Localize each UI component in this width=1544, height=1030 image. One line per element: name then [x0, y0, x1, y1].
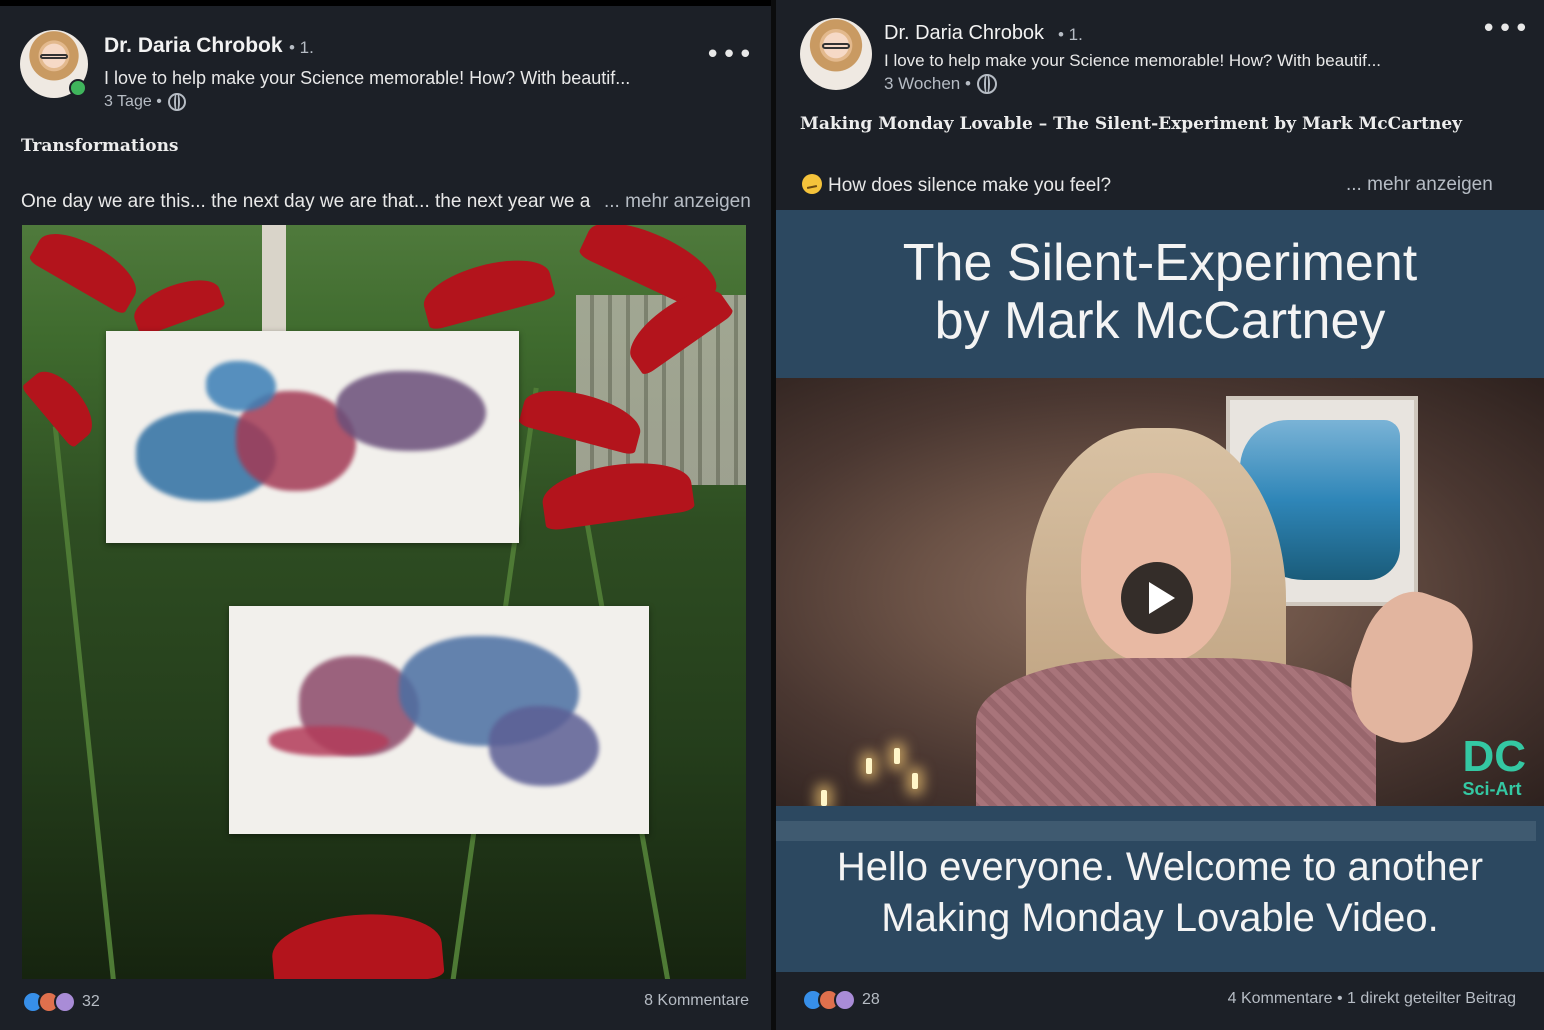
- online-status-indicator: [69, 79, 87, 97]
- reactions-summary[interactable]: 32: [22, 991, 100, 1013]
- video-player[interactable]: The Silent-Experiment by Mark McCartney …: [776, 210, 1544, 972]
- author-headline: I love to help make your Science memorab…: [884, 51, 1382, 70]
- author-avatar[interactable]: [800, 18, 872, 90]
- candle: [821, 790, 827, 806]
- red-flower: [22, 361, 104, 449]
- candle: [894, 748, 900, 764]
- video-title-line-2: by Mark McCartney: [934, 292, 1386, 350]
- post-title: Making Monday Lovable – The Silent-Exper…: [800, 114, 1463, 134]
- video-frame: DC Sci-Art: [776, 378, 1544, 806]
- post-time: 3 Wochen •: [884, 74, 971, 93]
- globe-icon: [976, 74, 997, 94]
- more-options-icon[interactable]: •••: [705, 42, 754, 68]
- red-flower: [269, 907, 445, 979]
- author-name[interactable]: Dr. Daria Chrobok: [884, 22, 1044, 45]
- tree-trunk: [262, 225, 286, 345]
- video-caption: Hello everyone. Welcome to another Makin…: [776, 842, 1544, 944]
- red-flower: [417, 249, 557, 331]
- paint-blot: [269, 726, 389, 756]
- play-icon[interactable]: [1121, 562, 1193, 634]
- candle: [912, 773, 918, 789]
- paint-blot: [489, 706, 599, 786]
- thinking-face-emoji: [802, 174, 822, 194]
- connection-degree: • 1.: [289, 38, 314, 57]
- post-text: One day we are this... the next day we a…: [21, 191, 591, 212]
- see-more-link[interactable]: ... mehr anzeigen: [604, 191, 751, 213]
- logo-text: Sci-Art: [1462, 779, 1522, 799]
- see-more-link[interactable]: ... mehr anzeigen: [1346, 174, 1493, 196]
- author-name[interactable]: Dr. Daria Chrobok: [104, 34, 283, 58]
- post-text-line: How does silence make you feel?: [802, 174, 1111, 197]
- logo-mark: DC: [1462, 732, 1526, 781]
- globe-icon: [167, 93, 186, 111]
- post-text: How does silence make you feel?: [828, 175, 1112, 196]
- post-image[interactable]: [22, 225, 746, 979]
- divider: [0, 0, 771, 6]
- post-title: Transformations: [21, 136, 179, 156]
- watercolor-card-bottom: [229, 606, 649, 834]
- paint-blot: [336, 371, 486, 451]
- paint-blot: [206, 361, 276, 411]
- post-footer: 28 4 Kommentare • 1 direkt geteilter Bei…: [776, 978, 1544, 1028]
- candle: [866, 758, 872, 774]
- video-progress-bar[interactable]: [776, 821, 1536, 841]
- support-reaction-icon: [834, 989, 856, 1011]
- more-options-icon[interactable]: •••: [1481, 16, 1530, 42]
- red-flower: [538, 454, 696, 532]
- reactions-summary[interactable]: 28: [802, 989, 880, 1011]
- feed-post-transformations: Dr. Daria Chrobok • 1. I love to help ma…: [0, 0, 771, 1030]
- red-flower: [128, 270, 226, 338]
- author-headline: I love to help make your Science memorab…: [104, 68, 631, 88]
- post-meta: 3 Wochen •: [884, 74, 997, 94]
- video-title-overlay: The Silent-Experiment by Mark McCartney: [776, 234, 1544, 350]
- connection-degree: • 1.: [1058, 25, 1083, 44]
- comments-count[interactable]: 8 Kommentare: [644, 992, 749, 1010]
- support-reaction-icon: [54, 991, 76, 1013]
- comments-shares-count[interactable]: 4 Kommentare • 1 direkt geteilter Beitra…: [1228, 990, 1516, 1008]
- reaction-count: 32: [82, 993, 100, 1010]
- sci-art-logo: DC Sci-Art: [1462, 735, 1526, 800]
- post-meta: 3 Tage •: [104, 93, 186, 111]
- video-title-line-1: The Silent-Experiment: [902, 234, 1418, 292]
- video-caption-line-1: Hello everyone. Welcome to another: [836, 845, 1484, 889]
- post-footer: 32 8 Kommentare: [0, 980, 771, 1030]
- video-caption-line-2: Making Monday Lovable Video.: [881, 896, 1439, 940]
- reaction-count: 28: [862, 991, 880, 1008]
- red-flower: [27, 225, 147, 316]
- presenter-sweater: [976, 658, 1376, 806]
- post-time: 3 Tage •: [104, 93, 162, 110]
- watercolor-card-top: [106, 331, 519, 543]
- feed-post-silent-experiment: Dr. Daria Chrobok • 1. I love to help ma…: [776, 0, 1544, 1030]
